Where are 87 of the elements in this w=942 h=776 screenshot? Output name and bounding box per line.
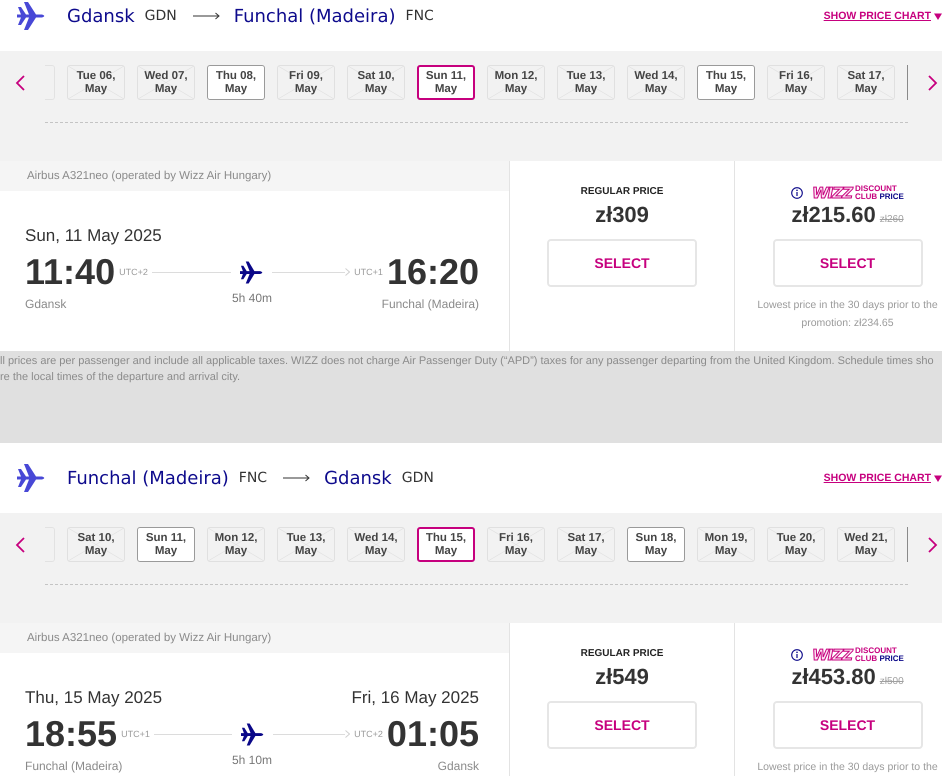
flight-duration: 5h 40m [232,290,272,306]
arrow-right-icon [192,12,220,20]
date-button[interactable]: Thu 15, May [697,65,755,100]
logo-wordmark: WIZZ [812,186,852,200]
caret-down-icon [934,474,942,482]
old-price: zł260 [880,214,904,225]
date-button[interactable]: Thu 15, May [417,527,475,562]
departure-time: 18:55 [25,712,118,756]
date-button[interactable]: Wed 07, May [137,65,195,100]
origin-city: Gdansk [67,6,135,26]
departure-date: Sun, 11 May 2025 [25,226,162,246]
date-button[interactable]: Thu 08, May [207,65,265,100]
airport-code: GDN [144,8,177,24]
arrival-time: 01:05 [386,712,479,756]
departure-date: Thu, 15 May 2025 [25,688,162,708]
price: zł215.60 [791,201,876,229]
timezone-label: UTC+2 [119,267,148,277]
fare-label: REGULAR PRICE [580,647,664,661]
caret-down-icon [934,12,942,20]
price: zł453.80 [791,663,876,691]
chevron-right-icon[interactable] [928,536,938,552]
aircraft-info: Airbus A321neo (operated by Wizz Air Hungary) [0,623,509,653]
club-price-label: DISCOUNT CLUB PRICE [854,647,904,663]
logo-wordmark: WIZZ [812,648,852,662]
chevron-left-icon[interactable] [15,536,25,552]
date-button[interactable]: Tue 13, May [557,65,615,100]
date-button[interactable]: Mon 12, May [487,65,545,100]
fare-label: REGULAR PRICE [580,185,664,199]
date-button[interactable]: Mon 19, May [697,527,755,562]
departure-time: 11:40 [25,250,116,294]
show-price-chart-link[interactable]: SHOW PRICE CHART [824,10,942,22]
arrival-city: Gdansk [436,758,479,774]
date-button[interactable]: Sun 18, May [627,527,685,562]
disclaimer-text: ll prices are per passenger and include all applicable taxes. WIZZ does not charge Air Passenger Duty (“APD”) taxes for any passenger departing from the United Kingdom. Schedule times sho [0,354,935,369]
disclaimer-text: re the local times of the departure and arrival city. [0,370,242,385]
airplane-icon [238,260,264,284]
date-button[interactable]: Fri 09, May [277,65,335,100]
arrival-time: 16:20 [386,250,480,294]
airport-code: GDN [402,470,434,486]
date-button[interactable]: Fri 16, May [767,65,825,100]
select-button[interactable]: SELECT [772,701,922,749]
chevron-left-icon[interactable] [15,74,25,90]
price: zł309 [595,201,649,229]
select-button[interactable]: SELECT [547,239,697,287]
date-button[interactable]: Tue 20, May [767,527,825,562]
chevron-right-icon[interactable] [928,74,938,90]
airplane-icon [240,722,264,746]
date-button[interactable]: Sun 11, May [417,65,475,100]
arrow-right-icon [283,474,310,482]
date-button[interactable]: Wed 21, May [837,527,895,562]
lowest-price-note: Lowest price in the 30 days prior to the [756,760,939,775]
arrival-city: Funchal (Madeira) [380,296,479,312]
arrival-date: Fri, 16 May 2025 [351,688,479,708]
date-button[interactable]: Tue 06, May [67,65,125,100]
aircraft-info: Airbus A321neo (operated by Wizz Air Hungary) [0,161,509,191]
lowest-price-note: Lowest price in the 30 days prior to the promotion: zł234.65 [756,298,939,331]
date-button[interactable]: Sat 17, May [557,527,615,562]
price: zł549 [595,663,649,691]
show-price-chart-link[interactable]: SHOW PRICE CHART [824,472,942,484]
timezone-label: UTC+1 [354,267,383,277]
info-icon[interactable] [791,187,804,199]
departure-city: Funchal (Madeira) [25,758,124,774]
departure-city: Gdansk [25,296,68,312]
club-price-label: DISCOUNT CLUB PRICE [854,185,904,201]
origin-city: Funchal (Madeira) [67,468,229,488]
date-button[interactable]: Wed 14, May [627,65,685,100]
date-button[interactable]: Mon 12, May [207,527,265,562]
date-button[interactable]: Fri 16, May [487,527,545,562]
info-icon[interactable] [791,649,804,661]
airport-code: FNC [406,8,434,24]
select-button[interactable]: SELECT [772,239,922,287]
old-price: zł500 [880,676,904,687]
date-button[interactable]: Sat 10, May [67,527,125,562]
date-button[interactable]: Sat 17, May [837,65,895,100]
date-button[interactable]: Wed 14, May [347,527,405,562]
airport-code: FNC [238,470,268,486]
timezone-label: UTC+1 [121,729,150,739]
date-button[interactable]: Sun 11, May [137,527,195,562]
destination-city: Funchal (Madeira) [234,6,396,26]
date-button[interactable]: Sat 10, May [347,65,405,100]
timezone-label: UTC+2 [354,729,383,739]
airplane-icon [15,463,47,493]
airplane-icon [15,1,47,31]
flight-duration: 5h 10m [232,752,272,768]
destination-city: Gdansk [324,468,392,488]
date-button[interactable]: Tue 13, May [277,527,335,562]
select-button[interactable]: SELECT [547,701,697,749]
